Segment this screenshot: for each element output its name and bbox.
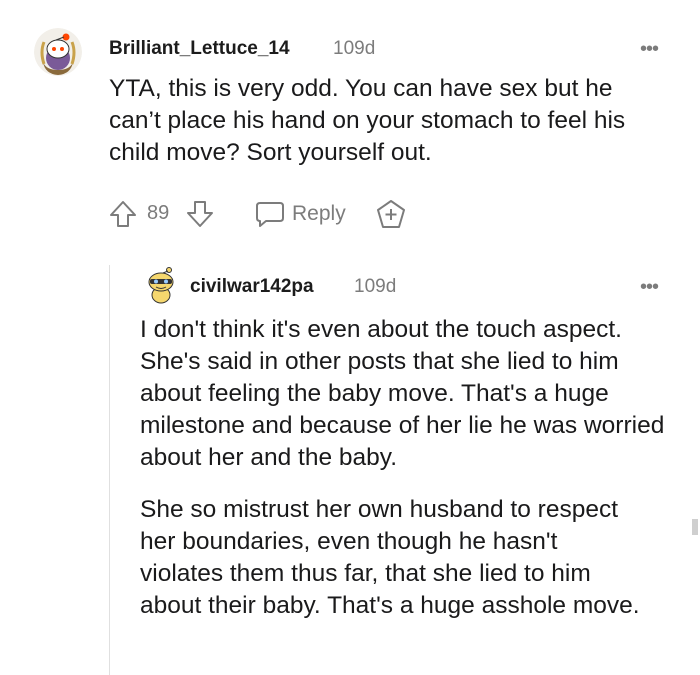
more-options-button[interactable]: ••• xyxy=(640,39,659,59)
comment-username[interactable]: Brilliant_Lettuce_14 xyxy=(109,38,290,60)
upvote-button[interactable] xyxy=(108,199,138,229)
snoo-avatar-icon xyxy=(148,267,174,304)
reply-paragraph-1: I don't think it's even about the touch … xyxy=(140,316,665,471)
reply-label: Reply xyxy=(292,202,346,225)
vote-count: 89 xyxy=(147,202,170,224)
arrow-down-icon xyxy=(187,201,213,227)
reply-more-options-button[interactable]: ••• xyxy=(640,277,659,297)
reply-avatar[interactable] xyxy=(143,266,179,304)
reply-username[interactable]: civilwar142pa xyxy=(190,276,314,298)
speech-bubble-icon xyxy=(256,202,284,227)
award-plus-icon xyxy=(377,200,405,228)
award-button[interactable] xyxy=(374,198,408,230)
thread-line[interactable] xyxy=(109,265,110,675)
reply-button[interactable]: Reply xyxy=(254,199,346,229)
comment-age: 109d xyxy=(333,38,376,59)
reply-age: 109d xyxy=(354,276,397,297)
scrollbar-thumb[interactable] xyxy=(692,519,698,535)
user-avatar[interactable] xyxy=(34,28,82,76)
comment-body: YTA, this is very odd. You can have sex … xyxy=(109,75,626,166)
arrow-up-icon xyxy=(110,201,136,227)
snoo-avatar-icon xyxy=(34,28,82,76)
downvote-button[interactable] xyxy=(185,199,215,229)
reply-paragraph-2: She so mistrust her own husband to respe… xyxy=(140,496,640,619)
